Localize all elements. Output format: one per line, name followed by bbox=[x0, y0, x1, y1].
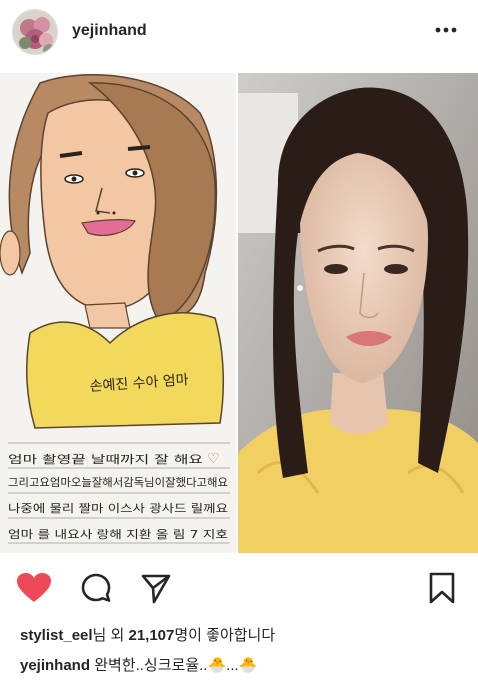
heart-doodle-icon: ♡ bbox=[207, 450, 220, 466]
likes-count[interactable]: 21,107 bbox=[128, 627, 174, 644]
caption-username[interactable]: yejinhand bbox=[20, 657, 90, 674]
send-icon[interactable] bbox=[138, 570, 174, 606]
caption-ellipsis: ... bbox=[226, 657, 239, 674]
action-bar bbox=[0, 560, 478, 614]
caption: yejinhand 완벽한..싱크로율..🐣...🐣 bbox=[20, 654, 257, 675]
post-username[interactable]: yejinhand bbox=[72, 22, 147, 40]
portrait-photo bbox=[238, 73, 478, 553]
letter-line-1: 엄마 촬영끝 날때까지 잘 해요 bbox=[8, 452, 203, 466]
more-dots-icon[interactable] bbox=[434, 18, 458, 42]
chick-emoji-icon: 🐣 bbox=[207, 657, 227, 674]
post-photo[interactable]: 손예진 수아 엄마 엄마 촬영끝 날때까지 잘 해요 ♡ 그리고요엄마오늘잘해서… bbox=[0, 73, 478, 553]
child-drawing: 손예진 수아 엄마 엄마 촬영끝 날때까지 잘 해요 ♡ 그리고요엄마오늘잘해서… bbox=[0, 73, 236, 553]
bookmark-icon[interactable] bbox=[424, 570, 460, 606]
heart-filled-icon[interactable] bbox=[16, 570, 52, 606]
likes-line: stylist_eel님 외 21,107명이 좋아합니다 bbox=[20, 624, 275, 645]
liker-username[interactable]: stylist_eel bbox=[20, 627, 93, 644]
caption-text: 완벽한..싱크로율.. bbox=[94, 657, 208, 674]
avatar[interactable] bbox=[12, 9, 58, 55]
post-header: yejinhand bbox=[0, 0, 478, 66]
comment-icon[interactable] bbox=[78, 570, 114, 606]
likes-middle-text: 님 외 bbox=[92, 627, 129, 644]
chick-emoji-icon: 🐣 bbox=[238, 657, 258, 674]
letter-line-4: 엄마 를 내요사 랑해 지환 올 림 7 지호 bbox=[8, 527, 228, 541]
letter-line-3: 나중에 물리 짤마 이스사 광사드 릴께요 bbox=[8, 501, 228, 515]
letter-line-2: 그리고요엄마오늘잘해서감독님이잘했다고해요 bbox=[8, 475, 228, 489]
likes-suffix: 명이 좋아합니다 bbox=[174, 627, 276, 644]
